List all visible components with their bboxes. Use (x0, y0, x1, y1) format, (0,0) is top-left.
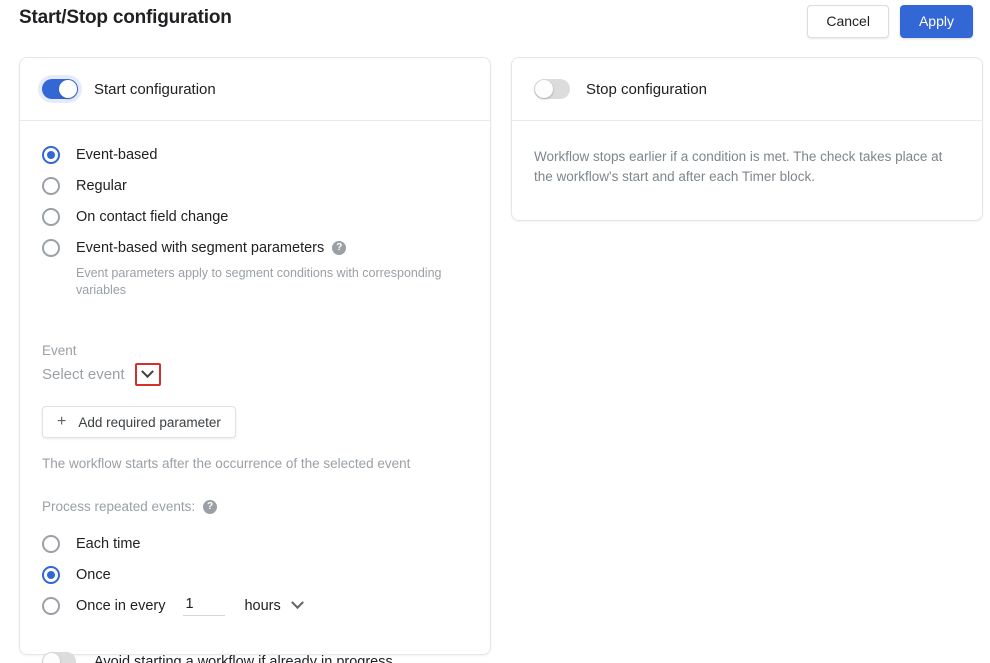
radio-icon (42, 176, 60, 195)
radio-label: Regular (76, 177, 127, 194)
event-field-label: Event (42, 343, 77, 358)
toggle-knob (535, 80, 553, 98)
help-icon[interactable]: ? (332, 240, 347, 255)
interval-unit-value: hours (244, 597, 281, 614)
radio-option-once[interactable]: Once (42, 559, 468, 590)
radio-option-event-based-with-segment-parameters[interactable]: Event-based with segment parameters ? (42, 232, 468, 263)
repeat-options-group: Each time Once Once in every hours (42, 528, 468, 621)
event-select[interactable]: Select event (42, 363, 161, 386)
radio-icon (42, 565, 60, 584)
stop-configuration-toggle[interactable] (534, 79, 570, 99)
radio-label: Event-based (76, 146, 158, 163)
radio-option-on-contact-field-change[interactable]: On contact field change (42, 201, 468, 232)
start-configuration-body: Event-based Regular On contact field cha… (20, 121, 490, 663)
radio-option-once-in-every[interactable]: Once in every hours (42, 590, 468, 621)
segment-parameters-hint: Event parameters apply to segment condit… (76, 266, 442, 297)
radio-label: Once (76, 566, 111, 583)
interval-unit-select[interactable]: hours (244, 596, 304, 614)
process-repeated-events-text: Process repeated events: (42, 499, 196, 514)
radio-icon (42, 534, 60, 553)
avoid-duplicate-workflow-toggle[interactable] (42, 652, 76, 663)
interval-value-input[interactable] (183, 595, 226, 616)
radio-label: Once in every (76, 597, 166, 614)
stop-configuration-description: Workflow stops earlier if a condition is… (534, 149, 943, 184)
start-configuration-toggle[interactable] (42, 79, 78, 99)
chevron-down-icon[interactable] (134, 363, 161, 386)
plus-icon: + (57, 413, 67, 430)
radio-icon (42, 145, 60, 164)
page-title: Start/Stop configuration (19, 7, 232, 28)
radio-option-each-time[interactable]: Each time (42, 528, 468, 559)
add-required-parameter-label: Add required parameter (78, 414, 221, 430)
radio-icon (42, 238, 60, 257)
start-stop-configuration-page: Start/Stop configuration Cancel Apply St… (0, 0, 990, 663)
radio-option-event-based[interactable]: Event-based (42, 139, 468, 170)
help-icon[interactable]: ? (203, 499, 218, 514)
cancel-button[interactable]: Cancel (807, 5, 889, 38)
chevron-down-icon (290, 596, 304, 610)
avoid-duplicate-workflow-row: Avoid starting a workflow if already in … (42, 652, 468, 663)
toggle-knob (59, 80, 77, 98)
event-select-value: Select event (42, 366, 125, 383)
workflow-start-note: The workflow starts after the occurrence… (42, 456, 411, 471)
add-required-parameter-button[interactable]: + Add required parameter (42, 406, 236, 438)
header-actions: Cancel Apply (807, 5, 973, 38)
stop-configuration-card: Stop configuration Workflow stops earlie… (511, 57, 983, 221)
stop-configuration-title: Stop configuration (586, 80, 707, 98)
chevron-glyph (141, 365, 154, 379)
apply-button[interactable]: Apply (899, 5, 973, 38)
start-configuration-title: Start configuration (94, 80, 216, 98)
start-configuration-header: Start configuration (20, 58, 490, 121)
process-repeated-events-label: Process repeated events: ? (42, 499, 468, 514)
radio-label: On contact field change (76, 208, 229, 225)
avoid-duplicate-workflow-label: Avoid starting a workflow if already in … (94, 653, 393, 663)
radio-label: Event-based with segment parameters (76, 239, 325, 256)
radio-option-regular[interactable]: Regular (42, 170, 468, 201)
toggle-knob (43, 653, 60, 663)
stop-configuration-header: Stop configuration (512, 58, 982, 121)
radio-label: Each time (76, 535, 141, 552)
start-configuration-card: Start configuration Event-based Regular … (19, 57, 491, 663)
radio-icon (42, 596, 60, 615)
radio-icon (42, 207, 60, 226)
